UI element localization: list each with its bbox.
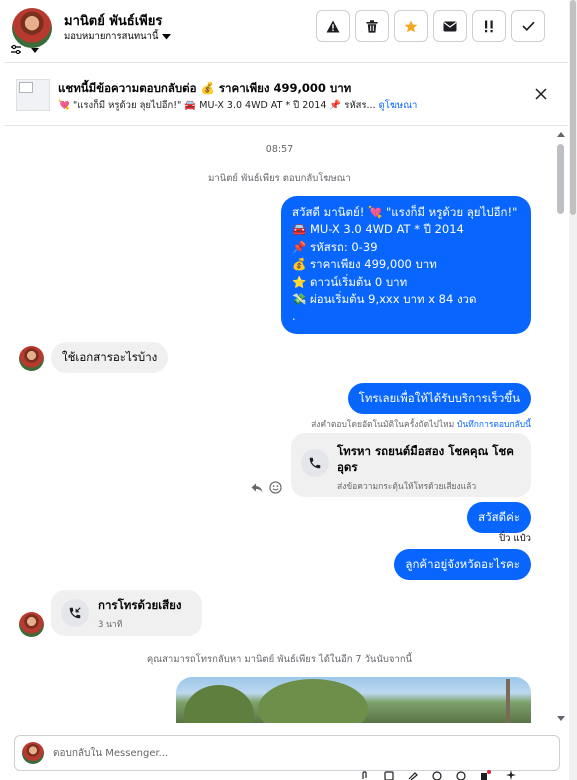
thread-scrollbar[interactable] — [555, 130, 567, 723]
auto-reply-note: ส่งคำตอบโดยอัตโนมัติในครั้งถัดไปไหม บันท… — [311, 417, 531, 431]
voice-call-card[interactable]: การโทรด้วยเสียง 3 นาที — [51, 590, 202, 636]
ad-subtitle: 💘 "แรงก็มี หรูด้วย ลุยไปอีก!" 🚘 MU-X 3.0… — [58, 98, 417, 113]
contact-avatar[interactable] — [19, 346, 44, 371]
ad-message-line: ⭐ ดาวน์เริ่มต้น 0 บาท — [292, 274, 408, 289]
star-icon — [404, 19, 418, 32]
follow-up-button[interactable] — [472, 10, 506, 42]
check-icon — [521, 21, 535, 31]
delete-button[interactable] — [355, 10, 389, 42]
incoming-message[interactable]: ใช้เอกสารอะไรบ้าง — [51, 342, 169, 373]
seen-indicator: ปิ๋ว แป๋ว — [499, 533, 531, 544]
reply-placeholder[interactable]: ตอบกลับใน Messenger... — [53, 746, 168, 761]
message-actions — [251, 481, 282, 494]
conversation-toolbar — [316, 10, 545, 42]
envelope-icon — [443, 21, 457, 31]
caret-down-icon — [161, 33, 171, 39]
sparkle-icon[interactable] — [506, 770, 516, 780]
like-icon[interactable] — [480, 770, 492, 780]
contact-name[interactable]: มานิตย์ พันธ์เพียร — [64, 10, 162, 31]
ad-message-line: 💸 ผ่อนเริ่มต้น 9,xxx บาท x 84 งวด — [292, 292, 477, 307]
voice-call-title: การโทรด้วยเสียง — [98, 598, 182, 612]
ad-message-line: 💰 ราคาเพียง 499,000 บาท — [292, 257, 437, 272]
ad-message-line: สวัสดี มานิตย์! 💘 "แรงก็มี หรูด้วย ลุยไป… — [292, 205, 518, 219]
voice-call-duration: 3 นาที — [98, 620, 123, 630]
ad-message-bubble[interactable]: สวัสดี มานิตย์! 💘 "แรงก็มี หรูด้วย ลุยไป… — [281, 196, 531, 334]
ad-subtitle-text: 💘 "แรงก็มี หรูด้วย ลุยไปอีก!" 🚘 MU-X 3.0… — [58, 100, 376, 111]
close-icon[interactable] — [534, 87, 548, 101]
message-thread[interactable]: 08:57 มานิตย์ พันธ์เพียร ตอบกลับโฆษณา สว… — [4, 127, 555, 723]
emoji-icon[interactable] — [456, 770, 466, 780]
ad-message-line: 🚘 MU-X 3.0 4WD AT * ปี 2014 — [292, 222, 464, 237]
ad-thumbnail[interactable] — [16, 79, 50, 111]
exclamation-icon — [485, 20, 493, 32]
ad-title: แชทนี้มีข้อความตอบกลับต่อ 💰 ราคาเพียง 49… — [58, 81, 352, 95]
ad-context-banner: แชทนี้มีข้อความตอบกลับต่อ 💰 ราคาเพียง 49… — [4, 62, 568, 126]
page-scroll-thumb[interactable] — [570, 0, 576, 215]
outgoing-message[interactable]: โทรเลยเพื่อให้ได้รับบริการเร็วขึ้น — [347, 383, 531, 414]
scroll-up-icon[interactable] — [557, 132, 565, 137]
composer-tools — [360, 770, 516, 780]
pen-icon[interactable] — [408, 770, 418, 780]
call-card-title: โทรหา รถยนต์มือสอง โชคคุณ โชค อุดร — [337, 444, 514, 474]
spam-button[interactable] — [316, 10, 350, 42]
assign-label: มอบหมายการสนทนานี้ — [64, 31, 159, 42]
attachment-icon[interactable] — [360, 770, 370, 780]
reply-icon[interactable] — [251, 483, 263, 493]
call-card-subtitle: ส่งข้อความกระตุ้นให้โทรด้วยเสียงแล้ว — [337, 482, 477, 492]
saved-reply-icon[interactable] — [384, 770, 394, 780]
call-prompt-card[interactable]: โทรหา รถยนต์มือสอง โชคคุณ โชค อุดร ส่งข้… — [291, 433, 531, 497]
reply-composer: ตอบกลับใน Messenger... — [4, 723, 568, 780]
missed-call-icon — [61, 599, 89, 627]
view-ad-link[interactable]: ดูโฆษณา — [379, 100, 418, 111]
assign-dropdown[interactable]: มอบหมายการสนทนานี้ — [64, 29, 171, 44]
outgoing-message[interactable]: ลูกค้าอยู่จังหวัดอะไรคะ — [394, 549, 531, 580]
filter-icon[interactable] — [10, 44, 40, 58]
page-avatar — [22, 742, 44, 764]
ad-message-line: . — [292, 309, 296, 324]
contact-avatar[interactable] — [12, 8, 52, 48]
gif-icon[interactable] — [432, 770, 442, 780]
conversation-header: มานิตย์ พันธ์เพียร มอบหมายการสนทนานี้ — [0, 0, 568, 62]
outgoing-message[interactable]: สวัสดีค่ะ — [467, 502, 531, 533]
warning-icon — [326, 20, 340, 32]
ad-message-line: 📌 รหัสรถ: 0-39 — [292, 239, 378, 254]
trash-icon — [366, 19, 378, 33]
star-button[interactable] — [394, 10, 428, 42]
save-reply-link[interactable]: บันทึกการตอบกลับนี้ — [457, 420, 531, 430]
auto-reply-text: ส่งคำตอบโดยอัตโนมัติในครั้งถัดไปไหม — [311, 420, 455, 430]
mark-unread-button[interactable] — [433, 10, 467, 42]
contact-avatar[interactable] — [19, 612, 44, 637]
scroll-thumb[interactable] — [557, 144, 564, 214]
photo-message[interactable] — [176, 677, 531, 723]
done-button[interactable] — [511, 10, 545, 42]
ad-reply-note: มานิตย์ พันธ์เพียร ตอบกลับโฆษณา — [208, 173, 351, 184]
callback-note: คุณสามารถโทรกลับหา มานิตย์ พันธ์เพียร ได… — [146, 654, 413, 665]
phone-icon — [301, 449, 329, 477]
emoji-react-icon[interactable] — [269, 481, 282, 494]
page-scrollbar[interactable] — [569, 0, 577, 780]
scroll-down-icon[interactable] — [557, 716, 565, 721]
timestamp: 08:57 — [265, 144, 294, 155]
